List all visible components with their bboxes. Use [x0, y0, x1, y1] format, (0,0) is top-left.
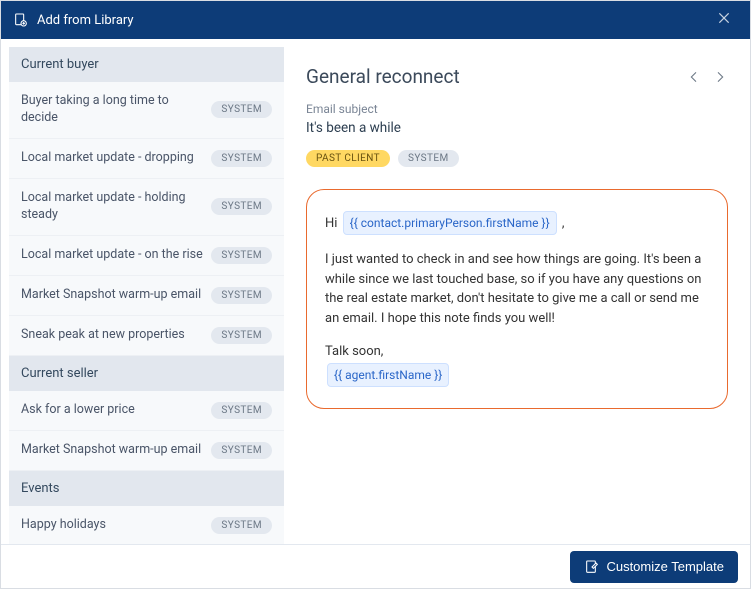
prev-arrow-icon[interactable] — [686, 69, 702, 85]
section-header[interactable]: Current buyer — [9, 47, 284, 82]
system-badge: SYSTEM — [211, 101, 272, 118]
list-item-label: Market Snapshot warm-up email — [21, 442, 201, 459]
email-signoff: Talk soon, {{ agent.firstName }} — [325, 342, 709, 388]
detail-tags: PAST CLIENT SYSTEM — [306, 150, 728, 167]
customize-template-button[interactable]: Customize Template — [570, 551, 738, 583]
system-badge: SYSTEM — [211, 327, 272, 344]
list-item[interactable]: Ask for a lower price SYSTEM — [9, 391, 284, 431]
merge-token-agent-first-name: {{ agent.firstName }} — [327, 363, 449, 387]
system-badge: SYSTEM — [211, 150, 272, 167]
detail-title: General reconnect — [306, 65, 460, 88]
modal-title: Add from Library — [37, 13, 134, 28]
email-paragraph: I just wanted to check in and see how th… — [325, 250, 709, 328]
merge-token-contact-first-name: {{ contact.primaryPerson.firstName }} — [343, 211, 557, 235]
email-greeting: Hi {{ contact.primaryPerson.firstName }}… — [325, 210, 709, 236]
modal-header: Add from Library — [1, 1, 750, 39]
list-item[interactable]: Buyer taking a long time to decide SYSTEM — [9, 82, 284, 139]
library-modal: Add from Library Current buyerBuyer taki… — [0, 0, 751, 589]
subject-value: It's been a while — [306, 120, 728, 136]
section-header[interactable]: Current seller — [9, 356, 284, 391]
modal-body: Current buyerBuyer taking a long time to… — [1, 39, 750, 544]
section-header[interactable]: Events — [9, 471, 284, 506]
system-badge: SYSTEM — [211, 198, 272, 215]
system-badge: SYSTEM — [211, 402, 272, 419]
list-item[interactable]: Market Snapshot warm-up email SYSTEM — [9, 276, 284, 316]
list-item[interactable]: Local market update - holding steady SYST… — [9, 179, 284, 236]
library-icon — [13, 12, 29, 28]
tag-badge: PAST CLIENT — [306, 150, 390, 167]
list-item[interactable]: Sneak peak at new properties SYSTEM — [9, 316, 284, 356]
list-item-label: Local market update - dropping — [21, 150, 194, 167]
list-item-label: Local market update - on the rise — [21, 247, 203, 264]
system-badge: SYSTEM — [211, 247, 272, 264]
customize-label: Customize Template — [606, 559, 724, 574]
modal-footer: Customize Template — [1, 544, 750, 588]
list-item[interactable]: Local market update - on the rise SYSTEM — [9, 236, 284, 276]
list-item-label: Happy holidays — [21, 517, 106, 534]
template-sidebar: Current buyerBuyer taking a long time to… — [9, 47, 284, 544]
system-badge: SYSTEM — [211, 442, 272, 459]
system-badge: SYSTEM — [211, 287, 272, 304]
close-button[interactable] — [710, 6, 738, 35]
list-item[interactable]: Happy holidays SYSTEM — [9, 506, 284, 545]
next-arrow-icon[interactable] — [712, 69, 728, 85]
template-detail: General reconnect Email subject It's bee… — [284, 47, 750, 544]
customize-icon — [584, 559, 600, 575]
list-item[interactable]: Local market update - dropping SYSTEM — [9, 139, 284, 179]
list-item-label: Market Snapshot warm-up email — [21, 287, 201, 304]
list-item-label: Buyer taking a long time to decide — [21, 93, 203, 127]
email-preview: Hi {{ contact.primaryPerson.firstName }}… — [306, 189, 728, 409]
list-item-label: Sneak peak at new properties — [21, 327, 185, 344]
list-item[interactable]: Market Snapshot warm-up email SYSTEM — [9, 431, 284, 471]
system-badge: SYSTEM — [211, 517, 272, 534]
list-item-label: Ask for a lower price — [21, 402, 135, 419]
subject-label: Email subject — [306, 102, 728, 116]
close-icon — [716, 10, 732, 26]
list-item-label: Local market update - holding steady — [21, 190, 203, 224]
tag-badge: SYSTEM — [398, 150, 459, 167]
